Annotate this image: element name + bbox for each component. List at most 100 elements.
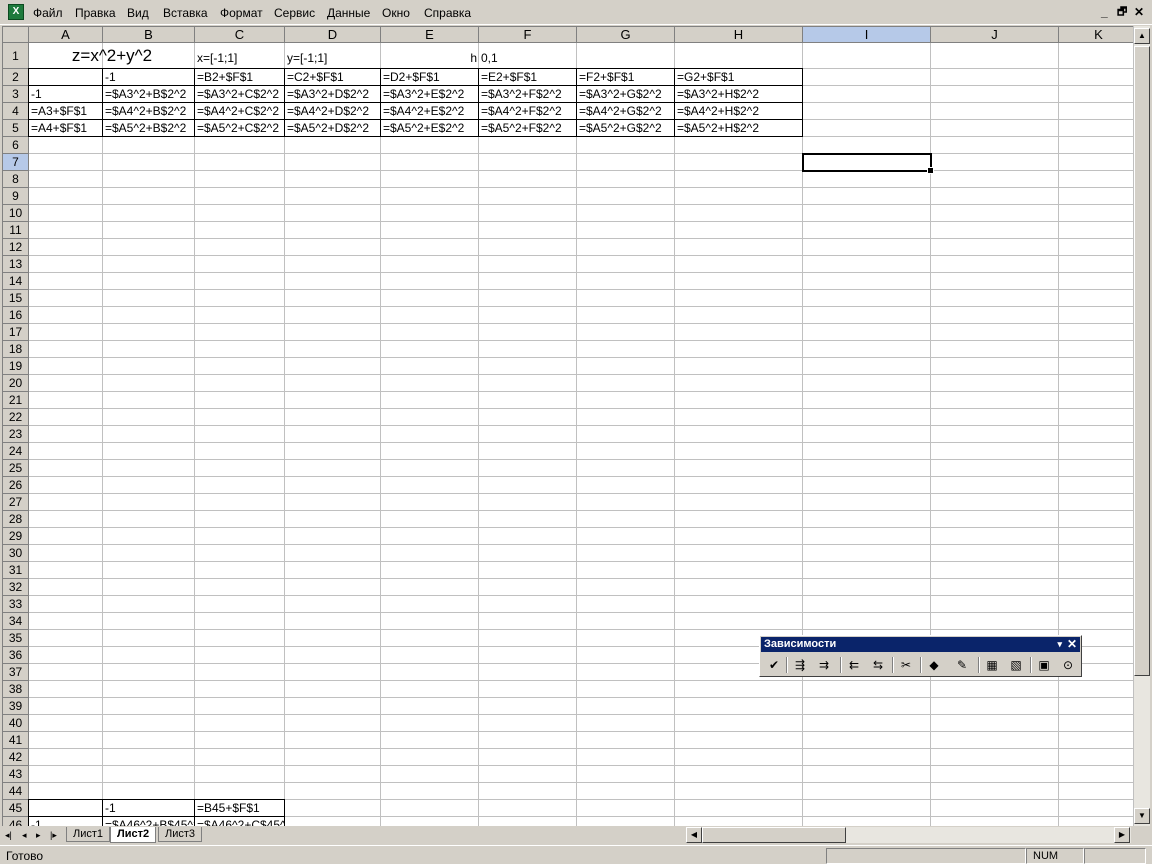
cell-G2[interactable]: =F2+$F$1: [577, 69, 675, 86]
row-header-19[interactable]: 19: [3, 358, 29, 375]
cell-A46[interactable]: -1: [29, 817, 103, 826]
row-header-3[interactable]: 3: [3, 86, 29, 103]
cell-B2[interactable]: -1: [103, 69, 195, 86]
scroll-up-button[interactable]: ▲: [1134, 28, 1150, 44]
row-header-18[interactable]: 18: [3, 341, 29, 358]
remove-dependent-arrows-icon[interactable]: ⇆: [868, 656, 888, 674]
new-comment-icon[interactable]: ✎: [952, 656, 972, 674]
cell-G3[interactable]: =$A3^2+G$2^2: [577, 86, 675, 103]
vertical-scrollbar[interactable]: ▲ ▼: [1133, 26, 1150, 826]
row-header-5[interactable]: 5: [3, 120, 29, 137]
column-header-D[interactable]: D: [285, 27, 381, 43]
column-header-H[interactable]: H: [675, 27, 803, 43]
cell-B4[interactable]: =$A4^2+B$2^2: [103, 103, 195, 120]
row-header-35[interactable]: 35: [3, 630, 29, 647]
menu-item-3[interactable]: Вставка: [163, 6, 208, 20]
cell-H4[interactable]: =$A4^2+H$2^2: [675, 103, 803, 120]
cell-D5[interactable]: =$A5^2+D$2^2: [285, 120, 381, 137]
row-header-32[interactable]: 32: [3, 579, 29, 596]
cell-D2[interactable]: =C2+$F$1: [285, 69, 381, 86]
row-header-39[interactable]: 39: [3, 698, 29, 715]
row-header-15[interactable]: 15: [3, 290, 29, 307]
cell-E2[interactable]: =D2+$F$1: [381, 69, 479, 86]
trace-dependents-icon[interactable]: ⇇: [844, 656, 864, 674]
row-header-36[interactable]: 36: [3, 647, 29, 664]
menu-item-1[interactable]: Правка: [75, 6, 116, 20]
circle-invalid-data-icon[interactable]: ▦: [982, 656, 1002, 674]
row-header-16[interactable]: 16: [3, 307, 29, 324]
spreadsheet-grid[interactable]: A B C D E F G H I J K 1 2 3 4 5 6 7 8 9 10 11 12 13 14 15 16 17 18 19…: [2, 26, 1150, 826]
tab-first-button[interactable]: ◂|: [5, 828, 12, 842]
column-header-B[interactable]: B: [103, 27, 195, 43]
cell-E5[interactable]: =$A5^2+E$2^2: [381, 120, 479, 137]
cell-B3[interactable]: =$A3^2+B$2^2: [103, 86, 195, 103]
row-header-10[interactable]: 10: [3, 205, 29, 222]
row-header-12[interactable]: 12: [3, 239, 29, 256]
cell-D4[interactable]: =$A4^2+D$2^2: [285, 103, 381, 120]
toolbar-close-icon[interactable]: ✕: [1067, 637, 1077, 652]
column-header-I[interactable]: I: [803, 27, 931, 43]
show-watch-window-icon[interactable]: ▣: [1034, 656, 1054, 674]
row-header-30[interactable]: 30: [3, 545, 29, 562]
row-header-6[interactable]: 6: [3, 137, 29, 154]
column-header-C[interactable]: C: [195, 27, 285, 43]
restore-button[interactable]: 🗗: [1117, 5, 1127, 19]
row-header-20[interactable]: 20: [3, 375, 29, 392]
vertical-scroll-thumb[interactable]: [1134, 46, 1150, 676]
menu-item-5[interactable]: Сервис: [274, 6, 315, 20]
row-header-45[interactable]: 45: [3, 800, 29, 817]
row-header-23[interactable]: 23: [3, 426, 29, 443]
remove-all-arrows-icon[interactable]: ✂: [896, 656, 916, 674]
cell-C2[interactable]: =B2+$F$1: [195, 69, 285, 86]
cell-B46[interactable]: =$A46^2+B$45^2: [103, 817, 195, 826]
cell-H3[interactable]: =$A3^2+H$2^2: [675, 86, 803, 103]
cell-E1[interactable]: h: [381, 43, 479, 69]
row-header-46[interactable]: 46: [3, 817, 29, 826]
scroll-right-button[interactable]: ▶: [1114, 827, 1130, 843]
row-header-38[interactable]: 38: [3, 681, 29, 698]
cell-C45[interactable]: =B45+$F$1: [195, 800, 285, 817]
cell-F1[interactable]: 0,1: [479, 43, 577, 69]
row-header-21[interactable]: 21: [3, 392, 29, 409]
row-header-14[interactable]: 14: [3, 273, 29, 290]
row-header-1[interactable]: 1: [3, 43, 29, 69]
cell-C5[interactable]: =$A5^2+C$2^2: [195, 120, 285, 137]
cell-C1[interactable]: x=[-1;1]: [195, 43, 285, 69]
column-header-A[interactable]: A: [29, 27, 103, 43]
row-header-13[interactable]: 13: [3, 256, 29, 273]
cell-F2[interactable]: =E2+$F$1: [479, 69, 577, 86]
scroll-down-button[interactable]: ▼: [1134, 808, 1150, 824]
tab-sheet3[interactable]: Лист3: [158, 827, 203, 842]
select-all-corner[interactable]: [3, 27, 29, 43]
cell-H2[interactable]: =G2+$F$1: [675, 69, 803, 86]
evaluate-formula-icon[interactable]: ⊙: [1058, 656, 1078, 674]
row-header-40[interactable]: 40: [3, 715, 29, 732]
row-header-27[interactable]: 27: [3, 494, 29, 511]
cell-A1[interactable]: z=x^2+y^2: [29, 43, 195, 69]
cell-D1[interactable]: y=[-1;1]: [285, 43, 381, 69]
row-header-4[interactable]: 4: [3, 103, 29, 120]
row-header-37[interactable]: 37: [3, 664, 29, 681]
cell-C3[interactable]: =$A3^2+C$2^2: [195, 86, 285, 103]
trace-precedents-icon[interactable]: ⇶: [790, 656, 810, 674]
scroll-left-button[interactable]: ◀: [686, 827, 702, 843]
cell-A5[interactable]: =A4+$F$1: [29, 120, 103, 137]
row-header-26[interactable]: 26: [3, 477, 29, 494]
row-header-42[interactable]: 42: [3, 749, 29, 766]
menu-item-7[interactable]: Окно: [382, 6, 410, 20]
cell-G5[interactable]: =$A5^2+G$2^2: [577, 120, 675, 137]
row-header-7[interactable]: 7: [3, 154, 29, 171]
cell-F5[interactable]: =$A5^2+F$2^2: [479, 120, 577, 137]
cell-H5[interactable]: =$A5^2+H$2^2: [675, 120, 803, 137]
error-check-icon[interactable]: ✔: [764, 656, 784, 674]
menu-item-0[interactable]: Файл: [33, 6, 63, 20]
remove-precedent-arrows-icon[interactable]: ⇉: [814, 656, 834, 674]
excel-icon[interactable]: X: [8, 4, 24, 20]
row-header-33[interactable]: 33: [3, 596, 29, 613]
trace-error-icon[interactable]: ◆: [924, 656, 944, 674]
cell-D3[interactable]: =$A3^2+D$2^2: [285, 86, 381, 103]
row-header-43[interactable]: 43: [3, 766, 29, 783]
auditing-toolbar[interactable]: Зависимости ▾ ✕ ✔ ⇶ ⇉ ⇇ ⇆ ✂ ◆ ✎ ▦ ▧ ▣ ⊙: [759, 635, 1082, 677]
row-header-25[interactable]: 25: [3, 460, 29, 477]
column-header-J[interactable]: J: [931, 27, 1059, 43]
